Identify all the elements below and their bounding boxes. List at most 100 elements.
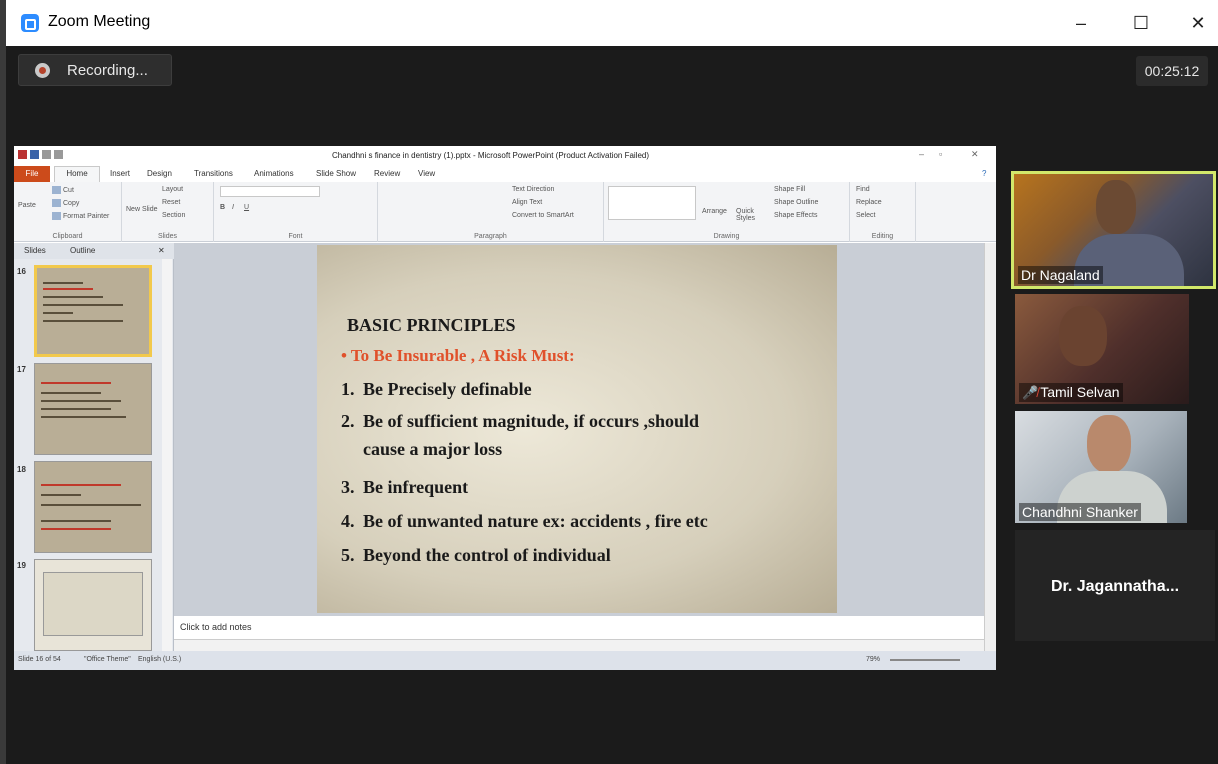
find-button[interactable]: Find <box>856 186 870 193</box>
quick-access-toolbar[interactable] <box>18 150 78 162</box>
group-label: Font <box>288 233 303 240</box>
ppt-close-icon[interactable]: ✕ <box>971 149 979 160</box>
save-icon[interactable] <box>30 150 39 159</box>
list-item: 3. Be infrequent <box>341 477 469 497</box>
arrange-button[interactable]: Arrange <box>702 208 727 215</box>
record-icon <box>35 63 50 78</box>
copy-button[interactable]: Copy <box>52 199 79 207</box>
minimize-button[interactable]: – <box>1066 10 1096 36</box>
section-button[interactable]: Section <box>162 212 185 219</box>
slide-16[interactable]: BASIC PRINCIPLES • To Be Insurable , A R… <box>317 245 837 613</box>
shape-effects-button[interactable]: Shape Effects <box>774 212 817 219</box>
meeting-timer: 00:25:12 <box>1136 56 1208 86</box>
shared-screen-powerpoint[interactable]: Chandhni s finance in dentistry (1).pptx… <box>14 146 996 670</box>
font-name-box[interactable] <box>220 186 320 197</box>
cartoon-image <box>43 572 143 636</box>
slide-thumbnail-18[interactable] <box>34 461 152 553</box>
tab-animations[interactable]: Animations <box>254 169 294 178</box>
panel-scrollbar[interactable] <box>162 259 172 651</box>
tab-insert[interactable]: Insert <box>110 169 130 178</box>
undo-icon[interactable] <box>42 150 51 159</box>
format-painter-button[interactable]: Format Painter <box>52 212 109 220</box>
group-font: B I U Font <box>214 182 378 242</box>
participant-name-muted: 🎤̸ Tamil Selvan <box>1019 383 1123 402</box>
select-button[interactable]: Select <box>856 212 875 219</box>
tab-file[interactable]: File <box>14 166 50 182</box>
tab-outline[interactable]: Outline <box>70 246 95 255</box>
notes-placeholder: Click to add notes <box>180 622 252 632</box>
recording-indicator[interactable]: Recording... <box>18 54 172 86</box>
participant-video-active-speaker[interactable]: Dr Nagaland <box>1011 171 1216 289</box>
thumbnail-number: 17 <box>17 365 26 374</box>
italic-button[interactable]: I <box>232 204 234 211</box>
slide-heading: BASIC PRINCIPLES <box>347 315 516 335</box>
list-item: 4. Be of unwanted nature ex: accidents , … <box>341 511 708 531</box>
zoom-app-icon <box>21 14 39 32</box>
cut-button[interactable]: Cut <box>52 186 74 194</box>
tab-review[interactable]: Review <box>374 169 400 178</box>
smartart-button[interactable]: Convert to SmartArt <box>512 212 574 219</box>
tab-transitions[interactable]: Transitions <box>194 169 233 178</box>
shapes-gallery[interactable] <box>608 186 696 220</box>
ppt-document-title: Chandhni s finance in dentistry (1).pptx… <box>332 151 650 160</box>
tab-design[interactable]: Design <box>147 169 172 178</box>
notes-pane[interactable]: Click to add notes <box>174 615 984 639</box>
slide-canvas[interactable]: BASIC PRINCIPLES • To Be Insurable , A R… <box>174 243 986 615</box>
tab-home[interactable]: Home <box>54 166 100 182</box>
replace-button[interactable]: Replace <box>856 199 882 206</box>
ppt-titlebar: Chandhni s finance in dentistry (1).pptx… <box>14 146 996 166</box>
slide-thumbnail-19[interactable] <box>34 559 152 651</box>
group-label: Paragraph <box>474 233 507 240</box>
participant-name-large: Dr. Jagannatha... <box>1050 578 1180 595</box>
layout-button[interactable]: Layout <box>162 186 183 193</box>
status-bar: Slide 16 of 54 "Office Theme" English (U… <box>14 651 996 670</box>
slide-thumbnail-17[interactable] <box>34 363 152 455</box>
ppt-logo-icon <box>18 150 27 159</box>
muted-mic-icon: 🎤̸ <box>1022 385 1039 400</box>
theme-name: "Office Theme" <box>84 656 131 663</box>
group-drawing: Arrange Quick Styles Shape Fill Shape Ou… <box>604 182 850 242</box>
participant-face <box>1087 415 1131 473</box>
help-icon[interactable]: ? <box>982 169 986 178</box>
participant-video[interactable]: Chandhni Shanker <box>1015 411 1187 523</box>
participant-face <box>1059 306 1107 366</box>
tab-slide-show[interactable]: Slide Show <box>316 169 356 178</box>
group-paragraph: Text Direction Align Text Convert to Sma… <box>378 182 604 242</box>
paste-button[interactable]: Paste <box>18 202 36 209</box>
horizontal-scrollbar[interactable] <box>174 639 984 651</box>
maximize-button[interactable]: ☐ <box>1126 10 1156 36</box>
ribbon: Paste Cut Copy Format Painter Clipboard … <box>14 182 996 242</box>
shape-fill-button[interactable]: Shape Fill <box>774 186 805 193</box>
list-item: 1. Be Precisely definable <box>341 379 532 399</box>
participant-face <box>1096 180 1136 234</box>
participant-video[interactable]: 🎤̸ Tamil Selvan <box>1015 294 1189 404</box>
tab-view[interactable]: View <box>418 169 435 178</box>
slide-thumbnail-16[interactable] <box>34 265 152 357</box>
zoom-level[interactable]: 79% <box>866 656 880 663</box>
shape-outline-button[interactable]: Shape Outline <box>774 199 818 206</box>
reset-button[interactable]: Reset <box>162 199 180 206</box>
quick-styles-button[interactable]: Quick Styles <box>736 208 766 222</box>
panel-close-icon[interactable]: ✕ <box>158 246 165 255</box>
bold-button[interactable]: B <box>220 204 225 211</box>
group-label: Drawing <box>713 233 740 240</box>
tab-slides[interactable]: Slides <box>24 246 46 255</box>
text-direction-button[interactable]: Text Direction <box>512 186 554 193</box>
slides-panel[interactable]: Slides Outline ✕ 16 17 18 19 <box>14 243 174 651</box>
align-text-button[interactable]: Align Text <box>512 199 542 206</box>
underline-button[interactable]: U <box>244 204 249 211</box>
ppt-restore-icon[interactable]: ▫ <box>939 149 942 159</box>
group-label: Slides <box>157 233 178 240</box>
redo-icon[interactable] <box>54 150 63 159</box>
language[interactable]: English (U.S.) <box>138 656 181 663</box>
ppt-minimize-icon[interactable]: – <box>919 149 924 159</box>
participant-video-off[interactable]: Dr. Jagannatha... <box>1015 530 1215 641</box>
zoom-slider[interactable] <box>890 659 960 661</box>
close-button[interactable]: ✕ <box>1183 10 1213 36</box>
group-label: Clipboard <box>52 233 83 240</box>
vertical-scrollbar[interactable] <box>984 243 996 651</box>
new-slide-button[interactable]: New Slide <box>126 206 158 213</box>
group-clipboard: Paste Cut Copy Format Painter Clipboard <box>14 182 122 242</box>
thumbnail-number: 16 <box>17 267 26 276</box>
slide-bullet: • To Be Insurable , A Risk Must: <box>341 346 575 365</box>
